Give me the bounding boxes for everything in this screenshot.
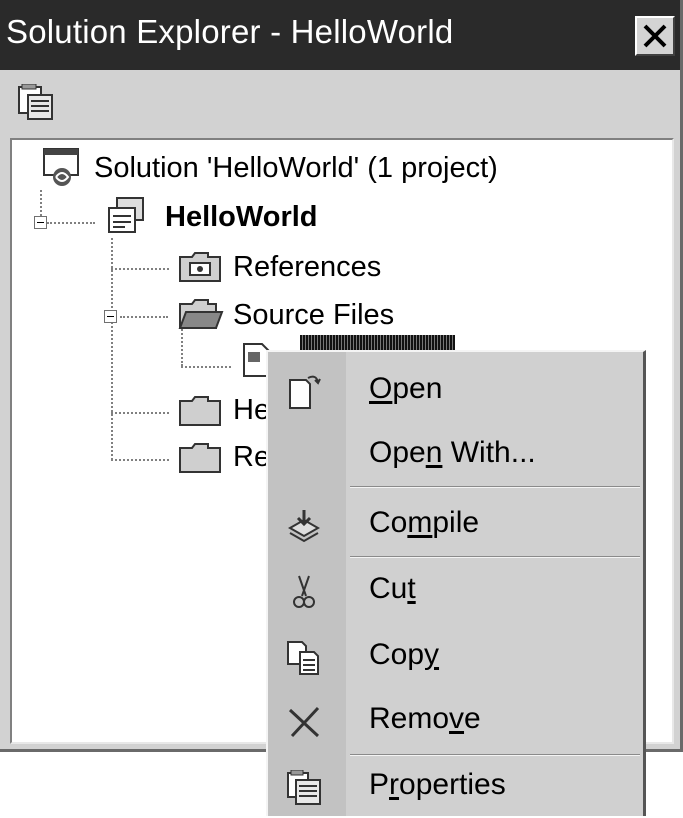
- close-x-icon: [643, 24, 667, 48]
- title-bar[interactable]: Solution Explorer - HelloWorld: [0, 0, 680, 70]
- menu-item-copy[interactable]: Copy: [268, 626, 643, 688]
- collapse-project-toggle[interactable]: [34, 216, 47, 229]
- properties-button[interactable]: [16, 83, 56, 122]
- project-icon: [108, 197, 144, 233]
- tree-item-source-files[interactable]: Source Files: [233, 298, 394, 332]
- remove-x-icon: [288, 706, 320, 738]
- tree-item-project[interactable]: HelloWorld: [165, 200, 318, 234]
- window-title: Solution Explorer - HelloWorld: [6, 13, 454, 50]
- tree-connector: [111, 412, 169, 414]
- tree-connector: [120, 316, 168, 318]
- close-button[interactable]: [635, 16, 675, 56]
- properties-icon: [18, 83, 53, 120]
- compile-icon: [287, 510, 321, 543]
- tree-item-resource-files[interactable]: Re: [233, 440, 270, 474]
- tree-connector: [47, 222, 95, 224]
- menu-separator: [350, 556, 640, 558]
- tree-connector: [111, 268, 169, 270]
- tree-connector: [111, 238, 113, 460]
- references-folder-icon: [179, 252, 221, 282]
- open-document-icon: [289, 375, 321, 409]
- properties-icon: [287, 770, 321, 805]
- tree-item-references[interactable]: References: [233, 250, 381, 284]
- context-menu: Open Open With... Compile Cut Copy Remov…: [266, 350, 646, 816]
- tree-connector: [181, 326, 183, 366]
- menu-item-open-with[interactable]: Open With...: [268, 424, 643, 486]
- solution-icon: [43, 148, 79, 186]
- scissors-icon: [293, 575, 315, 608]
- menu-item-cut[interactable]: Cut: [268, 560, 643, 622]
- copy-icon: [287, 641, 319, 675]
- tree-item-header-files[interactable]: He: [233, 393, 270, 427]
- folder-icon: [179, 443, 221, 473]
- tree-connector: [181, 366, 231, 368]
- open-folder-icon: [178, 299, 224, 329]
- menu-item-remove[interactable]: Remove: [268, 690, 643, 752]
- tree-connector: [111, 459, 169, 461]
- collapse-source-files-toggle[interactable]: [104, 310, 117, 323]
- tree-item-solution[interactable]: Solution 'HelloWorld' (1 project): [94, 151, 498, 185]
- toolbar: [0, 70, 680, 136]
- folder-icon: [179, 396, 221, 426]
- menu-item-compile[interactable]: Compile: [268, 494, 643, 556]
- menu-item-open[interactable]: Open: [268, 360, 643, 422]
- menu-separator: [350, 486, 640, 488]
- menu-item-properties[interactable]: Properties: [268, 756, 643, 818]
